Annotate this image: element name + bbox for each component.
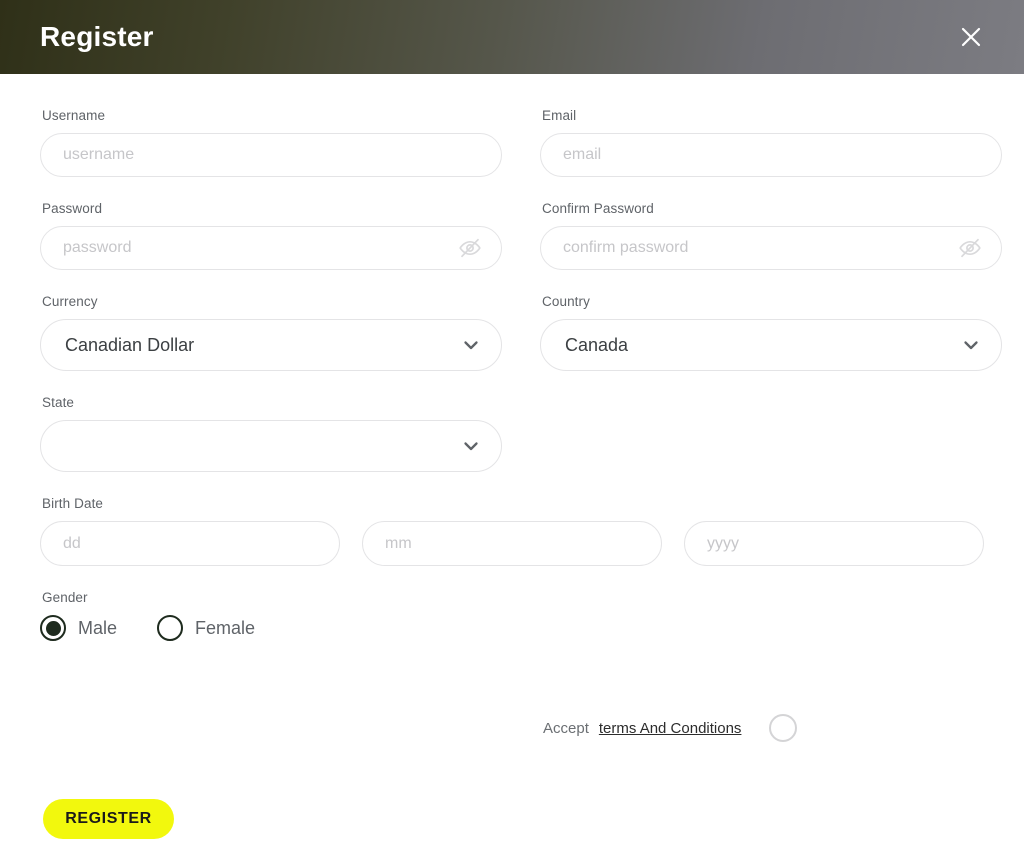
field-gender: Gender Male Female: [40, 590, 984, 641]
email-label: Email: [542, 108, 577, 123]
field-currency: Currency Canadian Dollar: [40, 294, 502, 395]
state-select[interactable]: [40, 420, 502, 472]
state-label: State: [42, 395, 75, 410]
birth-date-label: Birth Date: [42, 496, 104, 511]
birth-date-year-input[interactable]: [684, 521, 984, 566]
accept-terms-checkbox[interactable]: [769, 714, 798, 742]
page-title: Register: [40, 21, 154, 52]
confirm-password-visibility-toggle[interactable]: [958, 236, 982, 260]
birth-date-day-wrap: [40, 521, 340, 566]
field-email: Email: [540, 108, 1002, 201]
gender-radio-male[interactable]: Male: [40, 615, 117, 641]
gender-male-label: Male: [78, 617, 118, 638]
birth-date-day-input[interactable]: [40, 521, 340, 566]
field-password: Password: [40, 201, 502, 294]
field-state: State: [40, 395, 502, 496]
field-username: Username: [40, 108, 502, 201]
form-row-passwords: Password Confirm Password: [40, 201, 1002, 294]
accept-terms-prefix: Accept: [543, 719, 589, 737]
register-form: Username Email Password: [0, 74, 1024, 641]
field-country: Country Canada: [540, 294, 1002, 395]
gender-label: Gender: [42, 590, 88, 605]
eye-off-icon: [959, 238, 981, 258]
username-label: Username: [42, 108, 106, 123]
radio-selected-icon: [40, 615, 66, 641]
terms-and-conditions-link[interactable]: terms And Conditions: [599, 720, 742, 737]
country-select[interactable]: Canada: [540, 319, 1002, 371]
confirm-password-input[interactable]: [540, 226, 1002, 270]
currency-select[interactable]: Canadian Dollar: [40, 319, 502, 371]
register-dialog: Register Username Email: [0, 0, 1024, 850]
password-label: Password: [42, 201, 103, 216]
country-label: Country: [542, 294, 590, 309]
username-input[interactable]: [40, 133, 502, 177]
form-row-locale: Currency Canadian Dollar Country Canada: [40, 294, 1002, 395]
eye-off-icon: [459, 238, 481, 258]
birth-date-year-wrap: [684, 521, 984, 566]
form-row-credentials: Username Email: [40, 108, 1002, 201]
register-submit-button[interactable]: REGISTER: [43, 799, 174, 839]
accept-terms-row: Accept terms And Conditions: [543, 714, 798, 742]
field-birth-date: Birth Date: [40, 496, 984, 566]
birth-date-month-wrap: [362, 521, 662, 566]
birth-date-month-input[interactable]: [362, 521, 662, 566]
close-button[interactable]: [954, 20, 988, 54]
dialog-header: Register: [0, 0, 1024, 74]
confirm-password-label: Confirm Password: [542, 201, 654, 216]
gender-female-label: Female: [195, 617, 256, 638]
close-icon: [961, 27, 981, 47]
password-input[interactable]: [40, 226, 502, 270]
email-input[interactable]: [540, 133, 1002, 177]
password-visibility-toggle[interactable]: [458, 236, 482, 260]
currency-label: Currency: [42, 294, 98, 309]
field-confirm-password: Confirm Password: [540, 201, 1002, 294]
form-row-state: State: [40, 395, 984, 496]
radio-unselected-icon: [157, 615, 184, 641]
gender-radio-female[interactable]: Female: [157, 615, 255, 641]
